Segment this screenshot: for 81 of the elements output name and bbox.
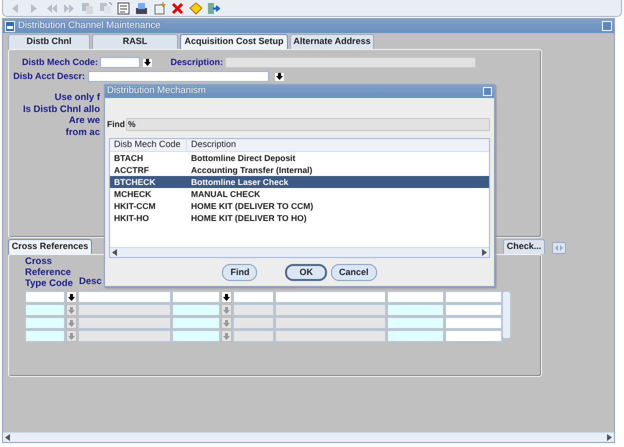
list-row[interactable]: BTCHECK Bottomline Laser Check — [110, 176, 489, 188]
list-row[interactable]: MCHECK MANUAL CHECK — [110, 188, 489, 200]
new-record-icon[interactable] — [153, 2, 166, 14]
list-row[interactable]: ACCTRF Accounting Transfer (Internal) — [110, 164, 489, 176]
left-arrow-icon[interactable] — [5, 434, 10, 441]
input-field[interactable] — [275, 330, 386, 342]
input-field[interactable] — [172, 317, 220, 329]
field-label: Description: — [169, 56, 223, 69]
input-field[interactable] — [25, 317, 65, 329]
input-field[interactable] — [445, 304, 502, 316]
field-label: Are we — [68, 115, 100, 126]
dialog-button[interactable]: Find — [222, 264, 258, 281]
field-label: Distb Mech Code: — [20, 56, 98, 69]
right-arrow-icon[interactable] — [607, 434, 612, 441]
list-button[interactable] — [274, 72, 285, 82]
column-header: Cross Reference Type Code — [25, 256, 74, 289]
field-label: Is Distb Chnl allo — [22, 104, 100, 115]
input-field[interactable] — [25, 330, 65, 342]
field-label: Disb Acct Descr: — [12, 70, 85, 83]
input-field[interactable] — [172, 291, 220, 303]
input-field[interactable] — [387, 330, 444, 342]
input-field[interactable] — [387, 291, 444, 303]
list-row[interactable]: HKIT-HO HOME KIT (DELIVER TO HO) — [110, 212, 489, 224]
form-icon[interactable] — [117, 2, 130, 14]
input-field[interactable] — [275, 291, 386, 303]
input-field[interactable] — [172, 330, 220, 342]
dialog-button[interactable]: Cancel — [330, 264, 376, 281]
input-field[interactable] — [25, 304, 65, 316]
delete-icon[interactable] — [171, 2, 184, 14]
input-field[interactable] — [445, 291, 502, 303]
down-arrow-icon — [144, 59, 151, 66]
column-header: Desc — [79, 274, 102, 289]
tab[interactable]: Acquisition Cost Setup — [180, 34, 288, 49]
input-field[interactable] — [233, 291, 274, 303]
tab[interactable]: Check... — [503, 239, 545, 254]
horizontal-scrollbar[interactable] — [3, 432, 614, 442]
right-arrow-icon[interactable] — [482, 249, 487, 256]
input-field[interactable] — [275, 317, 386, 329]
find-label: Find — [107, 118, 125, 131]
arrows-icon — [555, 245, 563, 251]
distb-mech-code-field[interactable] — [100, 57, 140, 68]
input-field[interactable] — [233, 330, 274, 342]
form-icon — [5, 20, 15, 32]
list-row[interactable]: BTACH Bottomline Direct Deposit — [110, 152, 489, 164]
input-field[interactable] — [445, 317, 502, 329]
input-field[interactable] — [78, 304, 171, 316]
tab-scroll-button[interactable] — [552, 242, 566, 254]
printer-icon[interactable] — [135, 2, 148, 14]
tab[interactable]: RASL — [92, 34, 178, 49]
input-field[interactable] — [275, 304, 386, 316]
input-field[interactable] — [387, 317, 444, 329]
list-button[interactable] — [142, 58, 153, 68]
input-field[interactable] — [445, 330, 502, 342]
window-title: Distribution Channel Maintenance — [18, 18, 161, 33]
list-row[interactable]: HKIT-CCM HOME KIT (DELIVER TO CCM) — [110, 200, 489, 212]
left-arrow-icon[interactable] — [112, 249, 117, 256]
input-field[interactable] — [78, 317, 171, 329]
dialog-button[interactable]: OK — [285, 264, 327, 281]
tab[interactable]: Alternate Address — [290, 34, 374, 49]
field-label: from ac — [64, 126, 100, 138]
tab[interactable]: Distb Chnl — [8, 34, 90, 49]
exit-icon[interactable] — [207, 2, 220, 14]
input-field[interactable] — [78, 330, 171, 342]
input-field[interactable] — [172, 304, 220, 316]
input-field[interactable] — [233, 317, 274, 329]
input-field[interactable] — [387, 304, 444, 316]
input-field[interactable] — [78, 291, 171, 303]
list-button[interactable] — [66, 291, 77, 303]
dialog-title: Distribution Mechanism — [107, 84, 206, 98]
column-header[interactable]: Disb Mech Code — [110, 138, 187, 152]
input-field[interactable] — [233, 304, 274, 316]
list-button[interactable] — [221, 291, 232, 303]
tab[interactable]: Cross References — [8, 239, 92, 254]
column-header[interactable]: Description — [187, 138, 236, 152]
disb-acct-descr-field[interactable] — [88, 71, 269, 82]
down-arrow-icon — [276, 73, 283, 80]
find-field[interactable]: % — [126, 118, 490, 131]
input-field[interactable] — [25, 291, 65, 303]
horizontal-scrollbar[interactable] — [110, 247, 489, 257]
field-label: Use only f — [54, 92, 100, 104]
scrollbar[interactable] — [502, 291, 511, 339]
